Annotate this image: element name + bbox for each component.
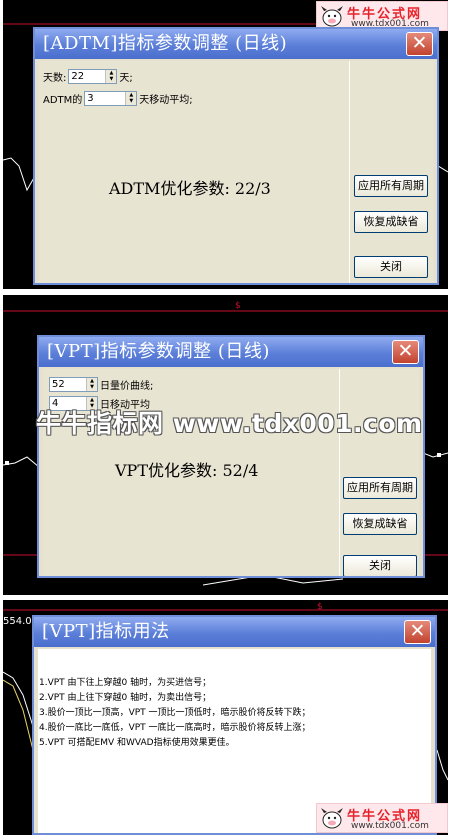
- chart-2-marker: $: [235, 301, 241, 311]
- button-area: 应用所有周期 恢复成缺省 关闭: [339, 369, 419, 576]
- restore-default-button[interactable]: 恢复成缺省: [343, 513, 417, 535]
- apply-all-periods-button[interactable]: 应用所有周期: [354, 175, 428, 197]
- cow-icon: [321, 808, 343, 829]
- close-button[interactable]: 关闭: [354, 256, 428, 278]
- param-suffix: 天移动平均;: [139, 95, 193, 106]
- close-icon[interactable]: ✕: [406, 32, 433, 56]
- param-stepper[interactable]: 3 ▲ ▼: [84, 91, 138, 106]
- close-icon[interactable]: ✕: [404, 620, 431, 644]
- site-logo-bottom: 牛牛公式网 www.tdx001.com: [316, 803, 448, 833]
- chart-2-point: [5, 461, 9, 465]
- dialog-title: [ADTM]指标参数调整 (日线): [35, 29, 437, 59]
- dialog-title: [VPT]指标参数调整 (日线): [39, 337, 423, 367]
- chart-3-series-yellow: [3, 679, 34, 751]
- param-stepper[interactable]: 22 ▲ ▼: [68, 69, 118, 84]
- param-label: 天数:: [43, 73, 67, 84]
- optimized-params-text: ADTM优化参数: 22/3: [109, 179, 271, 198]
- usage-line: 5.VPT 可搭配EMV 和WVAD指标使用效果更佳。: [39, 738, 235, 748]
- optimized-params-text: VPT优化参数: 52/4: [115, 461, 259, 480]
- param-value[interactable]: 52: [50, 378, 86, 391]
- param-label: ADTM的: [43, 95, 83, 106]
- close-icon[interactable]: ✕: [392, 340, 419, 364]
- param-area: 天数: 22 ▲ ▼ 天; ADTM的 3 ▲ ▼ 天移动平均; ADTM优化参数:…: [39, 61, 351, 283]
- param-stepper[interactable]: 52 ▲ ▼: [49, 377, 98, 392]
- dialog-title: [VPT]指标用法: [34, 617, 435, 647]
- stepper-arrows-icon[interactable]: ▲ ▼: [86, 378, 97, 391]
- param-row: ADTM的 3 ▲ ▼ 天移动平均;: [43, 91, 193, 106]
- chart-3-series-right: [436, 749, 448, 781]
- param-suffix: 日量价曲线;: [100, 381, 154, 392]
- param-area: 52 ▲ ▼ 日量价曲线; 4 ▲ ▼ 日移动平均 VPT优化参数: 52/4: [43, 369, 341, 576]
- vpt-usage-dialog: [VPT]指标用法 ✕ 1.VPT 由下往上穿越0 轴时，为买进信号； 2.VP…: [32, 615, 437, 835]
- usage-line: 1.VPT 由下往上穿越0 轴时，为买进信号；: [39, 678, 212, 688]
- usage-line: 2.VPT 由上往下穿越0 轴时，为卖出信号；: [39, 693, 212, 703]
- usage-line: 4.股价一底比一底低，VPT 一底比一底高时，暗示股价将反转上涨；: [39, 723, 311, 733]
- restore-default-button[interactable]: 恢复成缺省: [354, 211, 428, 233]
- chart-3-marker: $: [317, 602, 323, 612]
- usage-line: 3.股价一顶比一顶高，VPT 一顶比一顶低时，暗示股价将反转下跌；: [39, 708, 311, 718]
- chart-2-point: [437, 453, 441, 457]
- param-row: 天数: 22 ▲ ▼ 天;: [43, 69, 133, 84]
- param-suffix: 天;: [119, 73, 133, 84]
- stepper-arrows-icon[interactable]: ▲ ▼: [125, 92, 137, 105]
- site-watermark: 牛牛指标网 www.tdx001.com: [36, 409, 423, 438]
- param-value[interactable]: 3: [85, 92, 125, 105]
- param-row: 52 ▲ ▼ 日量价曲线;: [47, 377, 153, 392]
- param-value[interactable]: 22: [69, 70, 105, 83]
- logo-url: www.tdx001.com: [351, 821, 429, 831]
- adtm-param-dialog: [ADTM]指标参数调整 (日线) ✕ 天数: 22 ▲ ▼ 天; ADTM的 3…: [33, 27, 439, 285]
- cow-icon: [321, 6, 343, 27]
- vpt-param-dialog: [VPT]指标参数调整 (日线) ✕ 52 ▲ ▼ 日量价曲线; 4 ▲ ▼ 日移动…: [37, 335, 425, 578]
- apply-all-periods-button[interactable]: 应用所有周期: [343, 477, 417, 499]
- close-button[interactable]: 关闭: [343, 555, 417, 576]
- stepper-arrows-icon[interactable]: ▲ ▼: [105, 70, 117, 83]
- button-area: 应用所有周期 恢复成缺省 关闭: [349, 61, 433, 283]
